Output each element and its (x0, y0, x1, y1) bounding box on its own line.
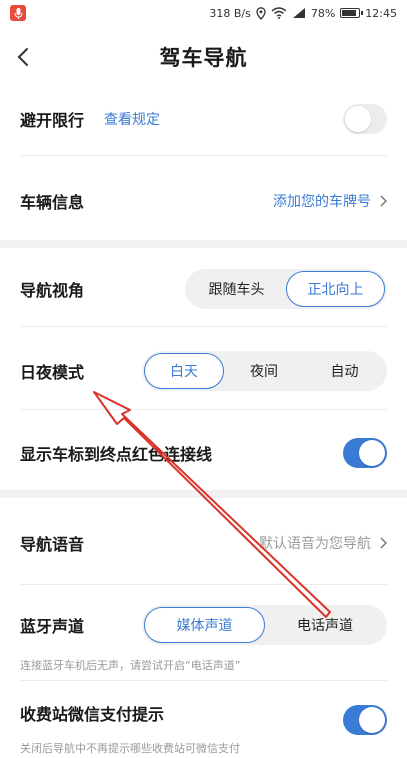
divider (20, 155, 387, 156)
nav-view-label: 导航视角 (20, 281, 85, 300)
show-line-label: 显示车标到终点红色连接线 (20, 445, 213, 464)
section-separator (0, 490, 407, 498)
toll-wechat-row: 收费站微信支付提示 (0, 700, 407, 740)
day-night-row: 日夜模式 白天 夜间 自动 (0, 340, 407, 402)
clock: 12:45 (365, 6, 397, 20)
vehicle-info-row[interactable]: 车辆信息 添加您的车牌号 (0, 170, 407, 232)
toll-wechat-hint: 关闭后导航中不再提示哪些收费站可微信支付 (20, 742, 240, 755)
toll-wechat-toggle[interactable] (343, 705, 387, 735)
nav-voice-value: 默认语音为您导航 (259, 536, 371, 552)
show-line-toggle[interactable] (343, 438, 387, 468)
toggle-knob (359, 707, 385, 733)
nav-voice-label: 导航语音 (20, 535, 85, 554)
show-line-row: 显示车标到终点红色连接线 (0, 422, 407, 484)
battery-percent: 78% (310, 6, 336, 20)
page-header: 驾车导航 (0, 26, 407, 88)
location-icon (256, 6, 266, 20)
section-separator (0, 240, 407, 248)
status-bar: 318 B/s 78% 12:45 (0, 0, 407, 26)
avoid-restriction-label: 避开限行 (20, 111, 85, 130)
chevron-right-icon (380, 195, 387, 207)
divider (20, 680, 387, 681)
option-phone-channel[interactable]: 电话声道 (265, 607, 385, 643)
chevron-left-icon (17, 48, 28, 66)
nav-view-selector: 跟随车头 正北向上 (185, 269, 387, 309)
toll-wechat-label: 收费站微信支付提示 (20, 705, 165, 724)
network-speed: 318 B/s (209, 6, 251, 20)
avoid-restriction-row: 避开限行 查看规定 (0, 88, 407, 150)
toggle-knob (359, 440, 385, 466)
divider (20, 584, 387, 585)
toggle-knob (345, 106, 371, 132)
nav-view-row: 导航视角 跟随车头 正北向上 (0, 258, 407, 320)
bt-channel-row: 蓝牙声道 媒体声道 电话声道 (0, 594, 407, 656)
divider (20, 326, 387, 327)
battery-icon (340, 8, 364, 18)
day-night-label: 日夜模式 (20, 363, 85, 382)
signal-icon (292, 8, 305, 18)
nav-voice-row[interactable]: 导航语音 默认语音为您导航 (0, 512, 407, 574)
bt-channel-selector: 媒体声道 电话声道 (142, 605, 387, 645)
option-follow-heading[interactable]: 跟随车头 (187, 271, 286, 307)
bt-channel-hint: 连接蓝牙车机后无声，请尝试开启“电话声道” (20, 659, 241, 672)
page-title: 驾车导航 (159, 46, 248, 70)
avoid-restriction-toggle[interactable] (343, 104, 387, 134)
bt-channel-label: 蓝牙声道 (20, 617, 85, 636)
vehicle-info-label: 车辆信息 (20, 193, 85, 212)
wifi-icon (271, 7, 287, 19)
chevron-right-icon (380, 537, 387, 549)
divider (20, 409, 387, 410)
view-rules-link[interactable]: 查看规定 (104, 109, 160, 129)
option-north-up[interactable]: 正北向上 (286, 271, 385, 307)
option-day[interactable]: 白天 (144, 353, 224, 389)
back-button[interactable] (8, 40, 38, 74)
option-media-channel[interactable]: 媒体声道 (144, 607, 265, 643)
option-night[interactable]: 夜间 (224, 353, 304, 389)
day-night-selector: 白天 夜间 自动 (142, 351, 387, 391)
option-auto[interactable]: 自动 (304, 353, 385, 389)
microphone-icon (10, 5, 26, 21)
add-plate-link[interactable]: 添加您的车牌号 (273, 191, 371, 211)
